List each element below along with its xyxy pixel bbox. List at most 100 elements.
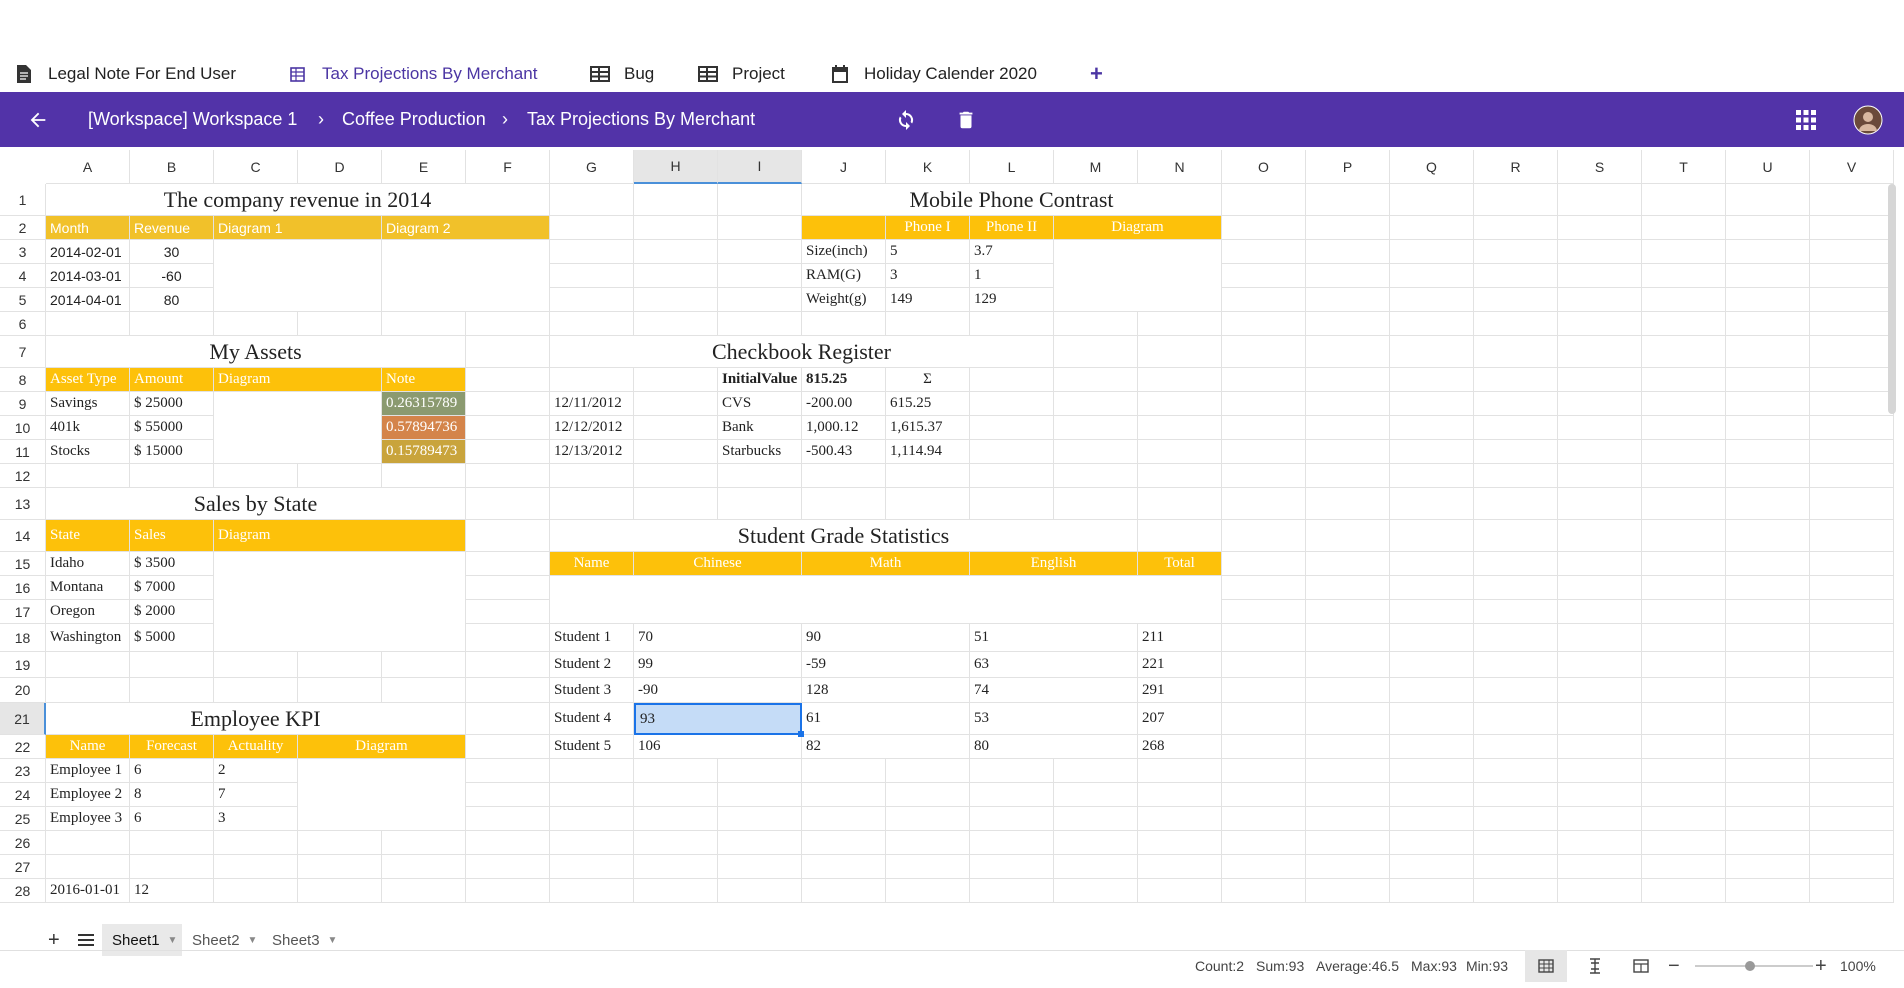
grid-cell[interactable] (970, 392, 1054, 416)
grid-cell[interactable] (970, 855, 1054, 879)
grid-cell[interactable] (1726, 368, 1810, 392)
column-header-I[interactable]: I (718, 150, 802, 184)
grid-cell[interactable] (1306, 520, 1390, 552)
grid-cell[interactable] (1390, 678, 1474, 703)
grade-chinese-cell[interactable]: 99 (634, 652, 802, 678)
grid-cell[interactable] (1390, 759, 1474, 783)
grid-cell[interactable] (382, 678, 466, 703)
grid-cell[interactable] (634, 416, 718, 440)
grid-cell[interactable] (1810, 312, 1894, 336)
grid-cell[interactable] (1474, 831, 1558, 855)
grid-cell[interactable] (1474, 392, 1558, 416)
kpi-diagram[interactable] (298, 759, 466, 831)
grade-math-cell[interactable]: 128 (802, 678, 970, 703)
checkbook-balance-cell[interactable]: 615.25 (886, 392, 970, 416)
kpi-table-title[interactable]: Employee KPI (46, 703, 466, 735)
doc-tab-3[interactable]: Bug (590, 56, 654, 92)
grid-cell[interactable] (46, 831, 130, 855)
grade-student-cell[interactable]: Student 5 (550, 735, 634, 759)
grid-cell[interactable] (298, 312, 382, 336)
grid-cell[interactable] (466, 831, 550, 855)
grid-cell[interactable] (886, 312, 970, 336)
grid-cell[interactable] (1138, 783, 1222, 807)
grid-cell[interactable] (1390, 288, 1474, 312)
grid-cell[interactable] (1138, 759, 1222, 783)
grid-cell[interactable] (550, 216, 634, 240)
grid-cell[interactable] (1726, 520, 1810, 552)
breadcrumb-item-3[interactable]: Tax Projections By Merchant (527, 92, 755, 147)
grid-cell[interactable] (1474, 264, 1558, 288)
grid-cell[interactable] (970, 440, 1054, 464)
row-header-15[interactable]: 15 (0, 552, 46, 576)
grid-cell[interactable] (1642, 576, 1726, 600)
grid-cell[interactable] (1558, 678, 1642, 703)
page-layout-view-icon[interactable] (1630, 950, 1652, 982)
grid-cell[interactable] (1642, 759, 1726, 783)
grid-cell[interactable] (1474, 624, 1558, 652)
grid-cell[interactable] (1726, 184, 1810, 216)
column-header-C[interactable]: C (214, 150, 298, 184)
grid-cell[interactable] (1390, 440, 1474, 464)
grid-cell[interactable] (1810, 735, 1894, 759)
grid-cell[interactable] (466, 440, 550, 464)
grid-cell[interactable] (1642, 336, 1726, 368)
sales-state-cell[interactable]: Idaho (46, 552, 130, 576)
grid-cell[interactable] (1054, 336, 1138, 368)
grid-cell[interactable] (1726, 600, 1810, 624)
grid-cell[interactable] (970, 759, 1054, 783)
revenue-diagram-2[interactable] (382, 240, 550, 312)
grid-cell[interactable] (1222, 678, 1306, 703)
checkbook-date-cell[interactable]: 12/11/2012 (550, 392, 634, 416)
grid-cell[interactable] (1306, 783, 1390, 807)
grid-cell[interactable] (1222, 552, 1306, 576)
revenue-header[interactable]: Month (46, 216, 130, 240)
grid-cell[interactable] (466, 624, 550, 652)
grid-cell[interactable] (1054, 807, 1138, 831)
grid-cell[interactable] (1558, 216, 1642, 240)
grid-cell[interactable] (382, 831, 466, 855)
grid-cell[interactable] (1642, 312, 1726, 336)
grid-cell[interactable] (1306, 264, 1390, 288)
assets-diagram[interactable] (214, 392, 382, 464)
grid-cell[interactable] (634, 288, 718, 312)
column-header-O[interactable]: O (1222, 150, 1306, 184)
selected-cell[interactable]: 93 (634, 703, 802, 735)
data-cell[interactable]: 12 (130, 879, 214, 903)
chevron-down-icon[interactable]: ▼ (328, 935, 338, 946)
grid-cell[interactable] (1474, 703, 1558, 735)
grid-cell[interactable] (1306, 576, 1390, 600)
grid-cell[interactable] (1726, 831, 1810, 855)
apps-grid-icon[interactable] (1790, 92, 1822, 147)
phone-data-cell[interactable]: 1 (970, 264, 1054, 288)
grid-cell[interactable] (634, 783, 718, 807)
grid-cell[interactable] (1810, 336, 1894, 368)
grid-cell[interactable] (1054, 464, 1138, 488)
row-header-27[interactable]: 27 (0, 855, 46, 879)
grade-total-cell[interactable]: 268 (1138, 735, 1222, 759)
grid-cell[interactable] (718, 855, 802, 879)
doc-tab-1[interactable]: Legal Note For End User (14, 56, 236, 92)
grid-cell[interactable] (1306, 368, 1390, 392)
grid-cell[interactable] (1810, 392, 1894, 416)
grid-cell[interactable] (1054, 831, 1138, 855)
grid-cell[interactable] (1390, 464, 1474, 488)
row-header-12[interactable]: 12 (0, 464, 46, 488)
grid-cell[interactable] (1054, 440, 1138, 464)
grid-cell[interactable] (1306, 831, 1390, 855)
grid-cell[interactable] (1390, 520, 1474, 552)
grid-cell[interactable] (1306, 392, 1390, 416)
row-header-6[interactable]: 6 (0, 312, 46, 336)
grid-cell[interactable] (1138, 488, 1222, 520)
grid-cell[interactable] (1054, 416, 1138, 440)
grid-cell[interactable] (718, 216, 802, 240)
kpi-data-cell[interactable]: 8 (130, 783, 214, 807)
grid-cell[interactable] (466, 735, 550, 759)
grid-cell[interactable] (1810, 520, 1894, 552)
grid-cell[interactable] (1306, 759, 1390, 783)
grid-cell[interactable] (1810, 624, 1894, 652)
grid-cell[interactable] (1306, 440, 1390, 464)
grid-cell[interactable] (550, 759, 634, 783)
grid-cell[interactable] (1222, 879, 1306, 903)
grid-cell[interactable] (466, 392, 550, 416)
grid-cell[interactable] (1726, 440, 1810, 464)
